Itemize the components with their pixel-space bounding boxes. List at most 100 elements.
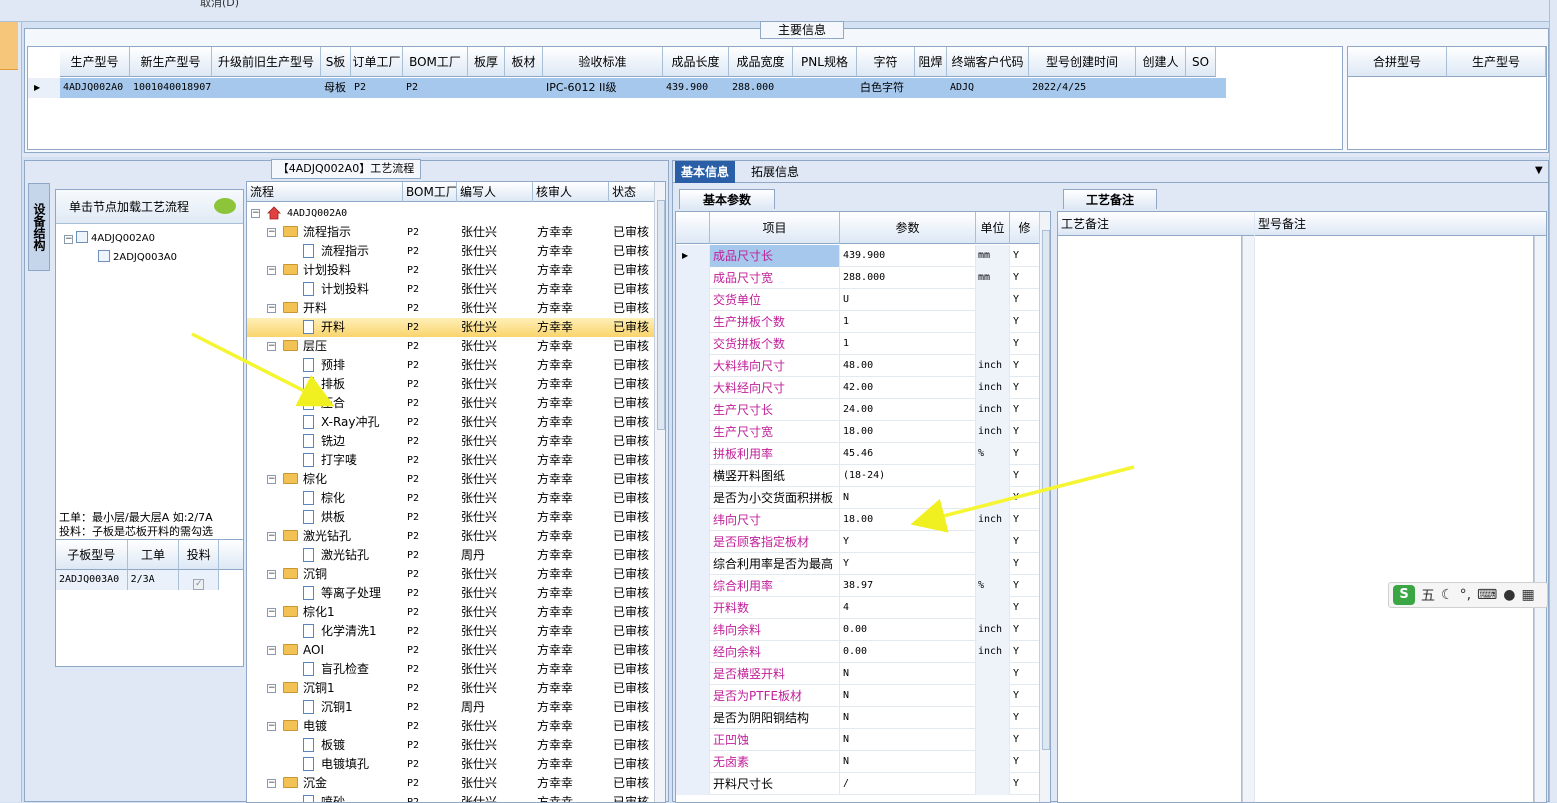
main-col-header[interactable]: 成品长度 xyxy=(663,47,729,77)
param-modifiable[interactable]: Y xyxy=(1010,729,1040,751)
param-modifiable[interactable]: Y xyxy=(1010,267,1040,289)
param-value[interactable]: N xyxy=(840,729,976,751)
param-modifiable[interactable]: Y xyxy=(1010,509,1040,531)
ime-logo-icon[interactable]: S xyxy=(1393,585,1415,605)
param-modifiable[interactable]: Y xyxy=(1010,399,1040,421)
ime-mode[interactable]: 五 xyxy=(1421,585,1435,605)
param-unit[interactable]: inch xyxy=(976,421,1010,443)
param-unit[interactable] xyxy=(976,685,1010,707)
main-col-header[interactable]: 字符 xyxy=(857,47,915,77)
param-value[interactable]: 38.97 xyxy=(840,575,976,597)
merge-col-header[interactable]: 生产型号 xyxy=(1447,47,1546,77)
feed-checkbox[interactable]: ✓ xyxy=(193,579,205,590)
main-col-header[interactable]: 生产型号 xyxy=(60,47,130,77)
flow-row[interactable]: 压合 P2 张仕兴 方幸幸 已审核 xyxy=(247,394,655,413)
flow-row[interactable]: 计划投料 P2 张仕兴 方幸幸 已审核 xyxy=(247,280,655,299)
main-cell[interactable]: 288.000 xyxy=(729,78,793,98)
param-row[interactable]: 成品尺寸宽 288.000 mm Y xyxy=(676,267,1040,289)
param-row[interactable]: 正凹蚀 N Y xyxy=(676,729,1040,751)
collapse-icon[interactable]: − xyxy=(267,684,276,693)
param-row[interactable]: 大料纬向尺寸 48.00 inch Y xyxy=(676,355,1040,377)
main-col-header[interactable]: 终端客户代码 xyxy=(947,47,1029,77)
flow-row[interactable]: 化学清洗1 P2 张仕兴 方幸幸 已审核 xyxy=(247,622,655,641)
param-value[interactable]: N xyxy=(840,707,976,729)
param-row[interactable]: 交货拼板个数 1 Y xyxy=(676,333,1040,355)
collapse-icon[interactable]: − xyxy=(267,570,276,579)
param-modifiable[interactable]: Y xyxy=(1010,707,1040,729)
model-note-scrollbar[interactable] xyxy=(1534,236,1546,802)
main-col-header[interactable]: 新生产型号 xyxy=(130,47,212,77)
param-unit[interactable]: % xyxy=(976,443,1010,465)
param-value[interactable]: 288.000 xyxy=(840,267,976,289)
params-col-header[interactable]: 参数 xyxy=(840,212,976,244)
param-value[interactable]: 4 xyxy=(840,597,976,619)
collapse-icon[interactable]: − xyxy=(267,608,276,617)
param-unit[interactable]: inch xyxy=(976,355,1010,377)
param-row[interactable]: 是否为PTFE板材 N Y xyxy=(676,685,1040,707)
param-row[interactable]: ▶ 成品尺寸长 439.900 mm Y xyxy=(676,245,1040,267)
param-value[interactable]: 48.00 xyxy=(840,355,976,377)
param-value[interactable]: (18-24) xyxy=(840,465,976,487)
model-note-text[interactable] xyxy=(1255,236,1534,802)
collapse-icon[interactable]: − xyxy=(267,779,276,788)
flow-row[interactable]: 预排 P2 张仕兴 方幸幸 已审核 xyxy=(247,356,655,375)
cancel-button-label[interactable]: 取消(D) xyxy=(200,0,239,10)
flow-row[interactable]: − 激光钻孔 P2 张仕兴 方幸幸 已审核 xyxy=(247,527,655,546)
param-modifiable[interactable]: Y xyxy=(1010,465,1040,487)
param-unit[interactable] xyxy=(976,311,1010,333)
main-cell[interactable]: 母板 xyxy=(321,78,351,98)
param-modifiable[interactable]: Y xyxy=(1010,597,1040,619)
main-col-header[interactable]: 板厚 xyxy=(468,47,505,77)
main-cell[interactable] xyxy=(793,78,857,98)
param-modifiable[interactable]: Y xyxy=(1010,773,1040,795)
param-row[interactable]: 纬向尺寸 18.00 inch Y xyxy=(676,509,1040,531)
sub-grid-header[interactable]: 投料 xyxy=(179,540,220,570)
param-unit[interactable] xyxy=(976,465,1010,487)
main-cell[interactable] xyxy=(505,78,543,98)
main-col-header[interactable]: SO xyxy=(1186,47,1216,77)
horizontal-splitter[interactable] xyxy=(22,153,1549,157)
flow-row[interactable]: 棕化 P2 张仕兴 方幸幸 已审核 xyxy=(247,489,655,508)
ime-toolbar[interactable]: S 五 ☾ °, ⌨ ● ▦ xyxy=(1388,582,1548,608)
param-value[interactable]: 18.00 xyxy=(840,421,976,443)
param-unit[interactable] xyxy=(976,751,1010,773)
flow-scrollbar[interactable] xyxy=(654,182,665,802)
param-modifiable[interactable]: Y xyxy=(1010,421,1040,443)
flow-col-header[interactable]: 编写人 xyxy=(457,182,533,202)
param-value[interactable]: Y xyxy=(840,553,976,575)
param-value[interactable]: 45.46 xyxy=(840,443,976,465)
param-modifiable[interactable]: Y xyxy=(1010,289,1040,311)
flow-col-header[interactable]: 核审人 xyxy=(533,182,609,202)
table-row[interactable]: 2ADJQ003A0 2/3A ✓ xyxy=(56,570,243,590)
main-col-header[interactable]: 成品宽度 xyxy=(729,47,793,77)
flow-root-row[interactable]: − 4ADJQ002A0 xyxy=(247,204,655,223)
flow-row[interactable]: − 棕化 P2 张仕兴 方幸幸 已审核 xyxy=(247,470,655,489)
collapse-icon[interactable]: − xyxy=(64,235,73,244)
param-row[interactable]: 是否为小交货面积拼板 N Y xyxy=(676,487,1040,509)
param-value[interactable]: N xyxy=(840,685,976,707)
param-value[interactable]: 1 xyxy=(840,333,976,355)
param-modifiable[interactable]: Y xyxy=(1010,685,1040,707)
main-cell[interactable] xyxy=(915,78,947,98)
param-row[interactable]: 开料数 4 Y xyxy=(676,597,1040,619)
collapse-icon[interactable]: − xyxy=(251,209,260,218)
param-unit[interactable]: mm xyxy=(976,267,1010,289)
param-unit[interactable] xyxy=(976,531,1010,553)
main-col-header[interactable]: BOM工厂 xyxy=(403,47,468,77)
sub-grid-header[interactable]: 工单 xyxy=(127,540,180,570)
flow-row[interactable]: 板镀 P2 张仕兴 方幸幸 已审核 xyxy=(247,736,655,755)
param-modifiable[interactable]: Y xyxy=(1010,245,1040,267)
params-scrollbar[interactable] xyxy=(1039,212,1050,802)
param-modifiable[interactable]: Y xyxy=(1010,487,1040,509)
flow-col-header[interactable]: BOM工厂 xyxy=(403,182,457,202)
collapse-icon[interactable]: − xyxy=(267,646,276,655)
flow-col-header[interactable]: 状态 xyxy=(609,182,655,202)
param-value[interactable]: 42.00 xyxy=(840,377,976,399)
flow-col-header[interactable]: 流程 xyxy=(247,182,403,202)
process-note-scrollbar[interactable] xyxy=(1242,236,1254,802)
user-icon[interactable]: ● xyxy=(1503,587,1515,603)
tab-extended-info[interactable]: 拓展信息 xyxy=(745,161,805,183)
flow-row[interactable]: 排板 P2 张仕兴 方幸幸 已审核 xyxy=(247,375,655,394)
flow-row[interactable]: − 流程指示 P2 张仕兴 方幸幸 已审核 xyxy=(247,223,655,242)
param-row[interactable]: 综合利用率是否为最高 Y Y xyxy=(676,553,1040,575)
